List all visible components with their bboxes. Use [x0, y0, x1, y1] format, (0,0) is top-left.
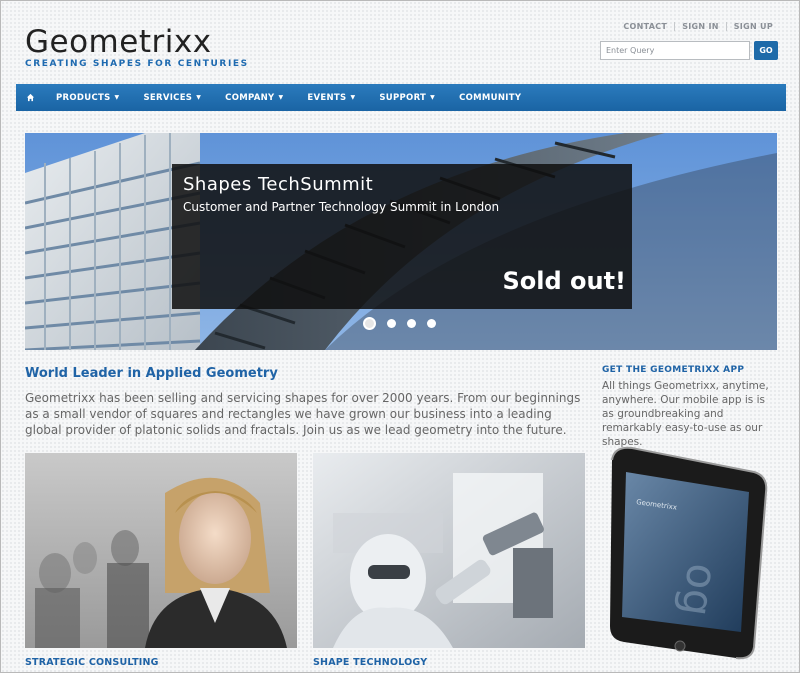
nav-item-support[interactable]: SUPPORT ▼ [367, 84, 447, 111]
smartphone-image: Geometrixx og [610, 446, 768, 660]
site-logo[interactable]: Geometrixx CREATING SHAPES FOR CENTURIES [25, 25, 249, 69]
intro-heading[interactable]: World Leader in Applied Geometry [25, 366, 278, 381]
search-bar: GO [600, 41, 778, 60]
businesswoman-image [25, 453, 297, 648]
technology-photo[interactable] [313, 453, 585, 648]
lab-technician-image [313, 453, 585, 648]
logo-tagline: CREATING SHAPES FOR CENTURIES [25, 59, 249, 69]
page-frame: Geometrixx CREATING SHAPES FOR CENTURIES… [0, 0, 800, 673]
search-go-button[interactable]: GO [754, 41, 778, 60]
nav-item-label: SERVICES [143, 92, 193, 103]
app-heading[interactable]: GET THE GEOMETRIXX APP [602, 365, 744, 375]
feature-caption[interactable]: SHAPE TECHNOLOGY [313, 657, 427, 668]
search-input[interactable] [600, 41, 750, 60]
divider [674, 22, 676, 31]
hero-sold-out-badge: Sold out! [502, 267, 626, 295]
nav-item-label: SUPPORT [379, 92, 427, 103]
nav-item-events[interactable]: EVENTS ▼ [295, 84, 367, 111]
nav-item-label: COMMUNITY [459, 92, 522, 103]
main-navigation: PRODUCTS ▼ SERVICES ▼ COMPANY ▼ EVENTS ▼ SUP… [16, 84, 786, 111]
carousel-dot-2[interactable] [387, 319, 396, 328]
mobile-app-phone[interactable]: Geometrixx og [604, 442, 774, 662]
home-icon [26, 93, 34, 102]
nav-item-community[interactable]: COMMUNITY [447, 84, 533, 111]
feature-caption[interactable]: STRATEGIC CONSULTING [25, 657, 159, 668]
divider [725, 22, 727, 31]
nav-item-company[interactable]: COMPANY ▼ [213, 84, 295, 111]
svg-text:og: og [672, 561, 728, 620]
hero-subtitle: Customer and Partner Technology Summit i… [183, 200, 500, 214]
hero-caption-box: Shapes TechSummit Customer and Partner T… [172, 164, 632, 309]
consulting-photo[interactable] [25, 453, 297, 648]
hero-title: Shapes TechSummit [183, 174, 374, 195]
caret-down-icon: ▼ [114, 94, 120, 101]
contact-link[interactable]: CONTACT [623, 22, 667, 31]
carousel-dot-3[interactable] [407, 319, 416, 328]
carousel-pager [363, 317, 447, 330]
caret-down-icon: ▼ [196, 94, 202, 101]
nav-item-label: PRODUCTS [56, 92, 111, 103]
caret-down-icon: ▼ [430, 94, 436, 101]
caret-down-icon: ▼ [278, 94, 284, 101]
sign-in-link[interactable]: SIGN IN [682, 22, 719, 31]
carousel-dot-1[interactable] [363, 317, 376, 330]
nav-item-label: COMPANY [225, 92, 275, 103]
nav-item-products[interactable]: PRODUCTS ▼ [44, 84, 131, 111]
utility-links: CONTACT SIGN IN SIGN UP [623, 22, 773, 31]
nav-item-label: EVENTS [307, 92, 347, 103]
app-description: All things Geometrixx, anytime, anywhere… [602, 380, 769, 448]
nav-item-services[interactable]: SERVICES ▼ [131, 84, 213, 111]
intro-paragraph: Geometrixx has been selling and servicin… [25, 391, 581, 437]
logo-wordmark: Geometrixx [25, 24, 212, 60]
caret-down-icon: ▼ [350, 94, 356, 101]
nav-home[interactable] [16, 93, 44, 102]
sign-up-link[interactable]: SIGN UP [734, 22, 773, 31]
carousel-dot-4[interactable] [427, 319, 436, 328]
hero-carousel[interactable]: Shapes TechSummit Customer and Partner T… [25, 133, 777, 350]
